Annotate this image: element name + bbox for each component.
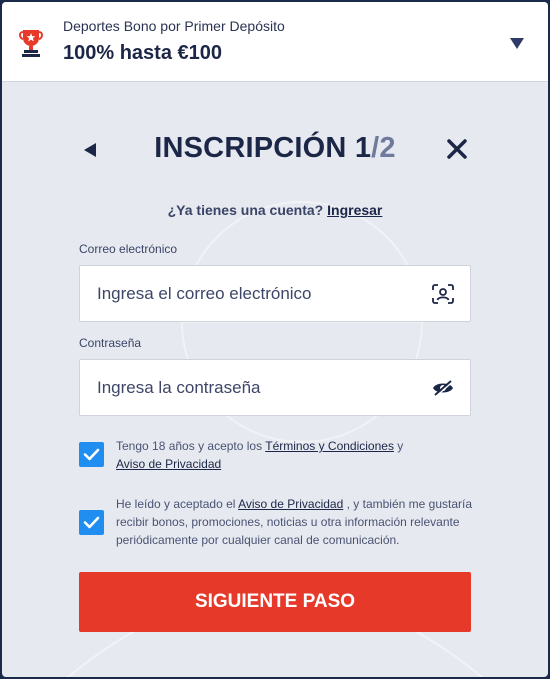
trophy-icon	[19, 30, 43, 57]
marketing-checkbox[interactable]	[79, 510, 104, 535]
title-step-total: /2	[371, 132, 396, 164]
bonus-amount: 100% hasta €100	[63, 42, 223, 64]
marketing-text-before: He leído y aceptado el	[116, 497, 236, 511]
terms-conditions-link[interactable]: Términos y Condiciones	[265, 439, 394, 453]
next-step-button[interactable]: SIGUIENTE PASO	[79, 572, 471, 632]
email-field-container	[79, 265, 471, 322]
login-link[interactable]: Ingresar	[327, 202, 382, 218]
terms-consent-text: Tengo 18 años y acepto los Términos y Co…	[116, 437, 476, 473]
close-icon[interactable]	[444, 136, 470, 162]
marketing-privacy-link[interactable]: Aviso de Privacidad	[238, 497, 343, 511]
checkmark-icon	[83, 516, 100, 529]
privacy-notice-link[interactable]: Aviso de Privacidad	[116, 457, 221, 471]
email-label: Correo electrónico	[79, 242, 178, 256]
bonus-subtitle: Deportes Bono por Primer Depósito	[63, 18, 285, 34]
checkmark-icon	[83, 448, 100, 461]
terms-text-and: y	[397, 439, 404, 453]
title-step: INSCRIPCIÓN 1	[154, 132, 372, 164]
marketing-consent-text: He leído y aceptado el Aviso de Privacid…	[116, 495, 476, 549]
face-scan-icon[interactable]	[432, 284, 454, 304]
password-field-container	[79, 359, 471, 416]
email-input[interactable]	[80, 266, 420, 321]
chevron-down-icon[interactable]	[510, 38, 524, 49]
has-account-text: ¿Ya tienes una cuenta?	[167, 202, 324, 218]
signup-header: INSCRIPCIÓN 1/2	[2, 130, 548, 170]
signup-modal: Deportes Bono por Primer Depósito 100% h…	[2, 2, 548, 677]
eye-hidden-icon[interactable]	[432, 378, 454, 398]
password-input[interactable]	[80, 360, 420, 415]
terms-checkbox[interactable]	[79, 442, 104, 467]
bonus-selector[interactable]: Deportes Bono por Primer Depósito 100% h…	[2, 2, 548, 82]
password-label: Contraseña	[79, 336, 142, 350]
login-prompt: ¿Ya tienes una cuenta? Ingresar	[2, 202, 548, 218]
terms-text-before: Tengo 18 años y acepto los	[116, 439, 263, 453]
